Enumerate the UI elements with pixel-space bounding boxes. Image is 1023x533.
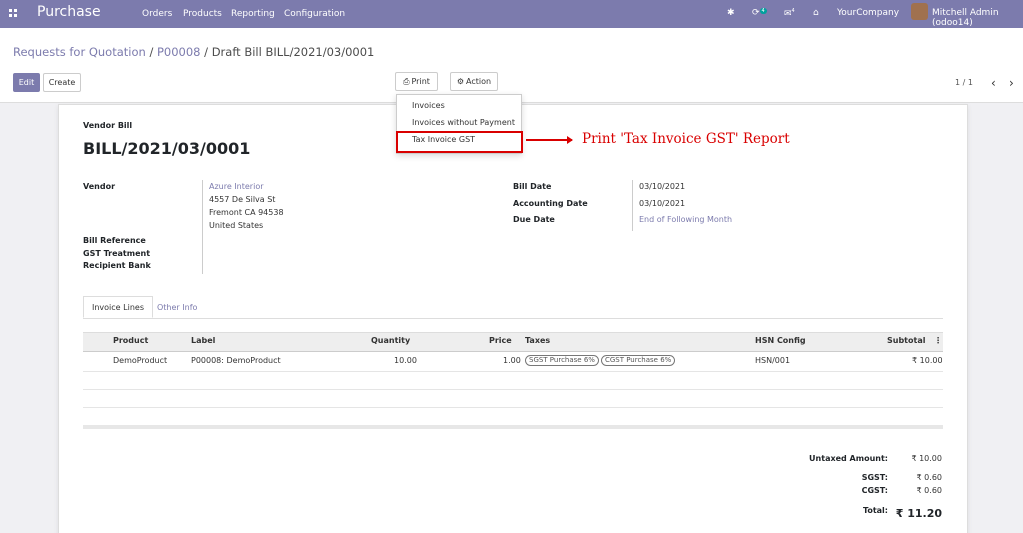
top-navbar: Purchase Orders Products Reporting Confi… — [0, 0, 1023, 28]
bill-date-label: Bill Date — [513, 182, 552, 191]
col-price[interactable]: Price — [489, 336, 512, 345]
row-divider — [83, 407, 943, 408]
activity-icon[interactable]: ⟳ 4 — [752, 8, 767, 18]
edit-button[interactable]: Edit — [13, 73, 40, 92]
print-button[interactable]: ⎙ Print — [395, 72, 438, 91]
bill-reference-label: Bill Reference — [83, 236, 146, 245]
menu-products[interactable]: Products — [183, 9, 222, 19]
untaxed-amount-value: ₹ 10.00 — [911, 454, 942, 463]
bill-date-value[interactable]: 03/10/2021 — [639, 182, 685, 191]
col-label[interactable]: Label — [191, 336, 215, 345]
cell-product[interactable]: DemoProduct — [113, 356, 167, 365]
breadcrumb-separator: / — [149, 45, 154, 59]
cgst-value: ₹ 0.60 — [916, 486, 942, 495]
activity-count: 4 — [759, 8, 767, 14]
tax-tag: SGST Purchase 6% — [525, 355, 599, 366]
annotation-text: Print 'Tax Invoice GST' Report — [582, 131, 790, 147]
total-label: Total: — [862, 506, 888, 515]
arrow-head-icon — [567, 136, 573, 144]
user-menu[interactable]: Mitchell Admin (odoo14) — [932, 8, 1023, 28]
breadcrumb-separator: / — [204, 45, 209, 59]
untaxed-amount-label: Untaxed Amount: — [809, 454, 888, 463]
row-divider — [83, 371, 943, 372]
menu-orders[interactable]: Orders — [142, 9, 172, 19]
field-separator — [202, 180, 203, 274]
col-hsn-config[interactable]: HSN Config — [755, 336, 806, 345]
cell-taxes[interactable]: SGST Purchase 6% CGST Purchase 6% — [525, 355, 677, 366]
cell-quantity[interactable]: 10.00 — [394, 356, 417, 365]
printer-icon: ⎙ — [403, 76, 410, 86]
tab-invoice-lines[interactable]: Invoice Lines — [83, 296, 153, 318]
cgst-label: CGST: — [861, 486, 888, 495]
accounting-date-value[interactable]: 03/10/2021 — [639, 199, 685, 208]
menu-configuration[interactable]: Configuration — [284, 9, 345, 19]
annotation-arrow — [526, 139, 572, 141]
print-menu-item-invoices[interactable]: Invoices — [412, 101, 445, 110]
chevron-right-icon[interactable]: › — [1009, 76, 1014, 90]
accounting-date-label: Accounting Date — [513, 199, 588, 208]
highlight-box — [396, 131, 523, 153]
column-options-icon[interactable]: ⋮ — [934, 336, 942, 345]
breadcrumb: Requests for Quotation / P00008 / Draft … — [13, 45, 374, 59]
vendor-address-line: United States — [209, 221, 264, 230]
breadcrumb-rfq[interactable]: Requests for Quotation — [13, 45, 146, 59]
cell-subtotal: ₹ 10.00 — [912, 356, 943, 365]
document-type-label: Vendor Bill — [83, 121, 133, 130]
recipient-bank-label: Recipient Bank — [83, 261, 151, 270]
cell-label[interactable]: P00008: DemoProduct — [191, 356, 281, 365]
messages-count: 4 — [791, 8, 795, 14]
gst-treatment-label: GST Treatment — [83, 249, 151, 258]
cell-price[interactable]: 1.00 — [503, 356, 521, 365]
print-label: Print — [411, 77, 430, 86]
company-switcher[interactable]: YourCompany — [837, 8, 899, 18]
menu-reporting[interactable]: Reporting — [231, 9, 275, 19]
col-subtotal[interactable]: Subtotal — [887, 336, 925, 345]
tabs-underline — [83, 318, 943, 319]
print-menu-item-invoices-without-payment[interactable]: Invoices without Payment — [412, 118, 515, 127]
chevron-left-icon[interactable]: ‹ — [991, 76, 996, 90]
create-button[interactable]: Create — [43, 73, 81, 92]
messages-icon[interactable]: ✉4 — [784, 8, 795, 19]
row-divider — [83, 389, 943, 390]
bill-number: BILL/2021/03/0001 — [83, 139, 251, 158]
vendor-address-line: 4557 De Silva St — [209, 195, 276, 204]
sgst-label: SGST: — [861, 473, 888, 482]
col-product[interactable]: Product — [113, 336, 148, 345]
vendor-label: Vendor — [83, 182, 116, 191]
tab-other-info[interactable]: Other Info — [149, 296, 205, 318]
tax-tag: CGST Purchase 6% — [600, 355, 676, 366]
control-panel — [0, 28, 1023, 103]
apps-menu-icon[interactable] — [9, 9, 17, 17]
sgst-value: ₹ 0.60 — [916, 473, 942, 482]
total-value: ₹ 11.20 — [895, 507, 942, 520]
action-label: Action — [466, 77, 492, 86]
vendor-address-line: Fremont CA 94538 — [209, 208, 284, 217]
col-quantity[interactable]: Quantity — [371, 336, 410, 345]
breadcrumb-po[interactable]: P00008 — [157, 45, 201, 59]
pager-value[interactable]: 1 / 1 — [955, 78, 973, 87]
avatar[interactable] — [911, 3, 928, 20]
gift-icon[interactable]: ⌂ — [813, 8, 819, 18]
table-footer — [83, 425, 943, 429]
due-date-label: Due Date — [513, 215, 555, 224]
payment-terms-link[interactable]: End of Following Month — [639, 215, 732, 224]
vendor-name-link[interactable]: Azure Interior — [209, 182, 264, 191]
action-button[interactable]: ⚙ Action — [450, 72, 498, 91]
bug-icon[interactable]: ✱ — [727, 8, 735, 18]
gear-icon: ⚙ — [456, 77, 465, 86]
cell-hsn[interactable]: HSN/001 — [755, 356, 790, 365]
col-taxes[interactable]: Taxes — [525, 336, 550, 345]
breadcrumb-current: Draft Bill BILL/2021/03/0001 — [211, 45, 375, 59]
app-name[interactable]: Purchase — [37, 4, 101, 20]
field-separator — [632, 180, 633, 231]
